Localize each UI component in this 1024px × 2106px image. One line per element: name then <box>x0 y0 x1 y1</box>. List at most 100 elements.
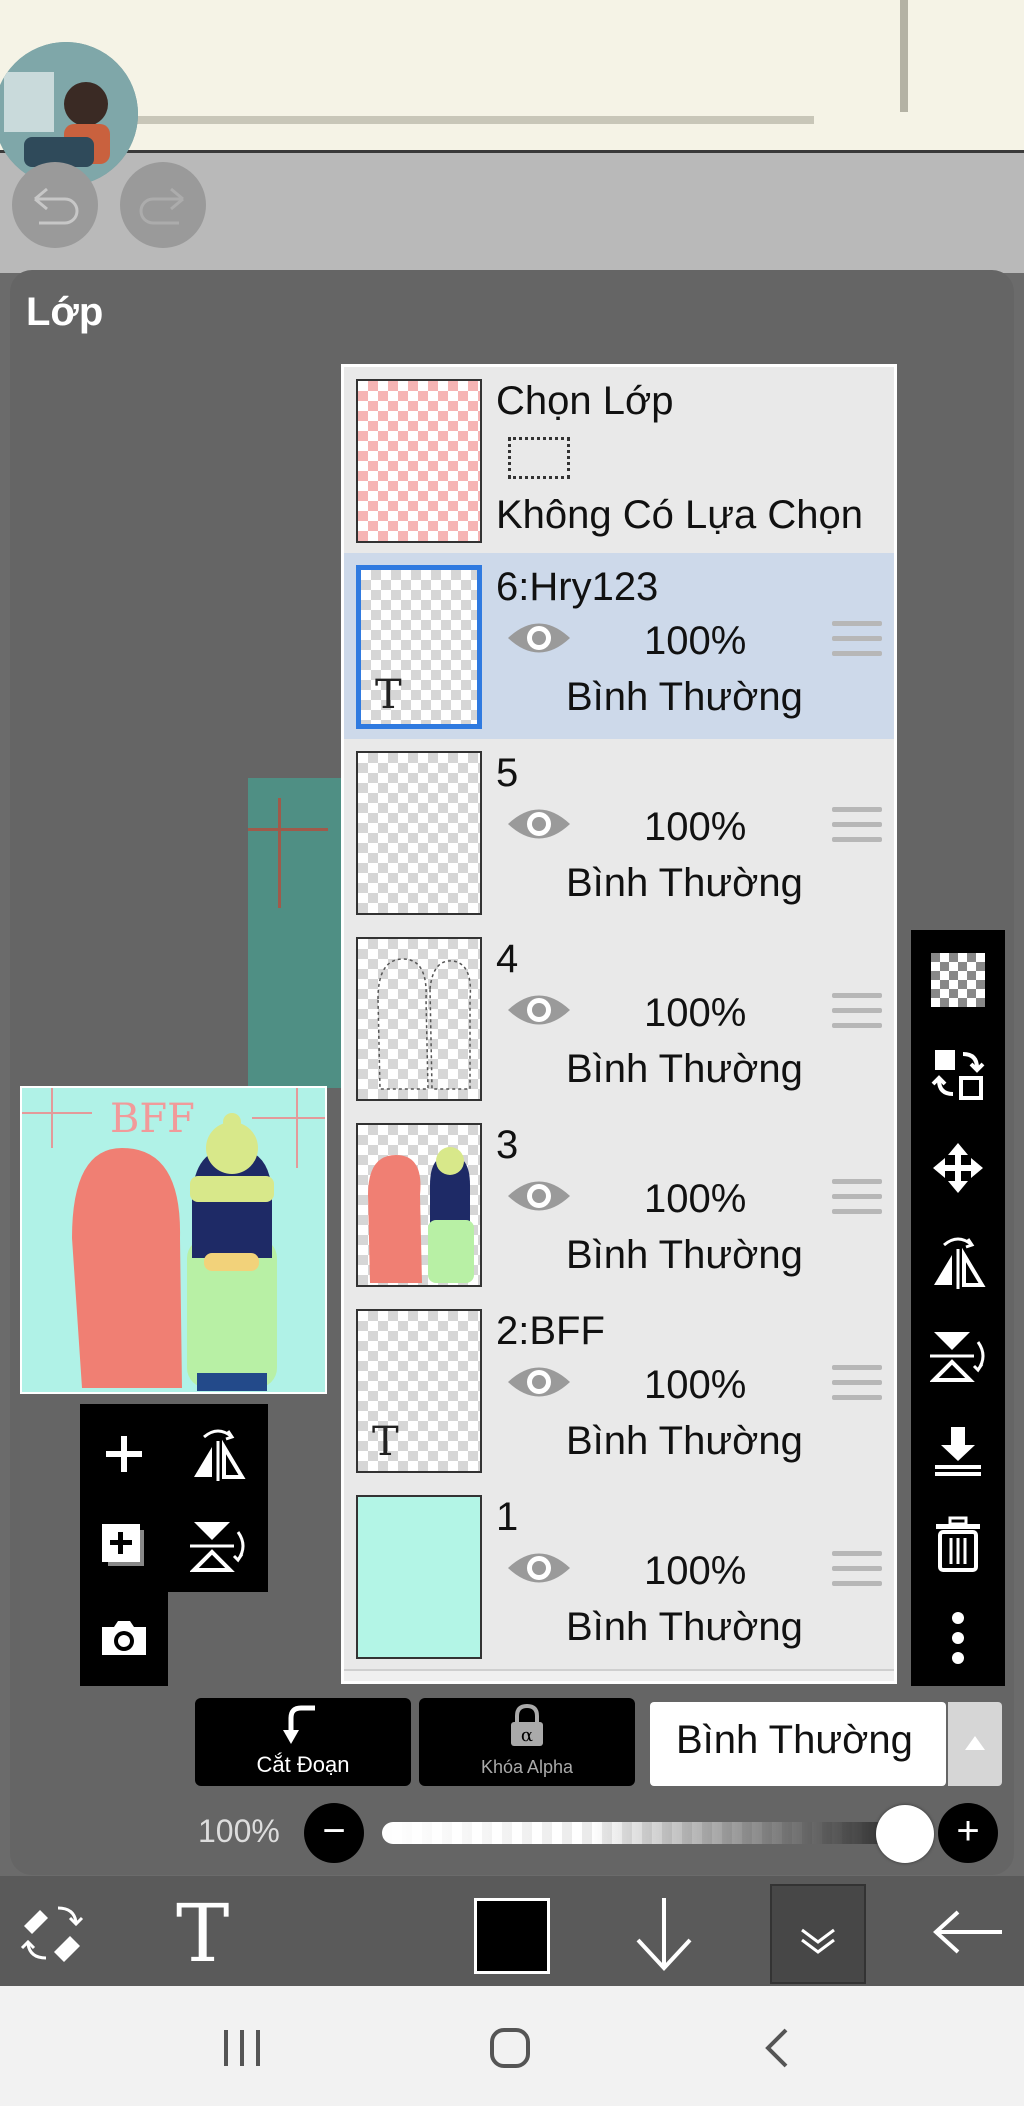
drag-handle-icon[interactable] <box>832 621 882 661</box>
home-button[interactable] <box>488 2026 532 2070</box>
layer-blend-mode: Bình Thường <box>566 1605 803 1649</box>
preview-text: BFF <box>110 1096 195 1142</box>
canvas-top-area <box>0 0 1024 153</box>
layer-opacity: 100% <box>644 805 747 849</box>
double-chevron-down-icon <box>801 1928 835 1954</box>
drag-handle-icon[interactable] <box>832 1179 882 1219</box>
drag-handle-icon[interactable] <box>832 993 882 1033</box>
undo-icon <box>34 187 79 225</box>
move-icon[interactable] <box>928 1138 988 1198</box>
undo-button[interactable] <box>12 162 98 248</box>
system-navigation-bar <box>0 1986 1024 2106</box>
flip-canvas-horizontal-icon[interactable] <box>188 1424 248 1484</box>
bottom-toolbar: T <box>0 1876 1024 1986</box>
flip-canvas-vertical-icon[interactable] <box>188 1516 248 1576</box>
layer-row-2[interactable]: T 2:BFF 100% Bình Thường <box>344 1297 894 1485</box>
text-layer-icon: T <box>375 672 402 718</box>
layer-row-4[interactable]: 4 100% Bình Thường <box>344 925 894 1113</box>
layer-menu-button[interactable] <box>770 1884 866 1984</box>
selection-title: Chọn Lớp <box>496 379 674 423</box>
layer-tools-toolbar <box>911 930 1005 1686</box>
layer-blend-mode: Bình Thường <box>566 1419 803 1463</box>
layer-list[interactable]: Chọn Lớp Không Có Lựa Chọn T 6:Hry123 10… <box>341 364 897 1684</box>
eye-icon[interactable] <box>504 1173 574 1219</box>
add-layer-toolbar <box>80 1404 168 1686</box>
lock-icon: α <box>511 1704 543 1746</box>
clipping-icon <box>283 1705 315 1744</box>
redo-icon <box>139 187 184 225</box>
layer-blend-mode: Bình Thường <box>566 1233 803 1277</box>
eye-icon[interactable] <box>504 1545 574 1591</box>
opacity-slider[interactable] <box>382 1822 906 1844</box>
opacity-slider-knob[interactable] <box>876 1805 934 1863</box>
layer-thumbnail[interactable] <box>356 1495 482 1659</box>
blend-mode-dropdown[interactable] <box>948 1702 1002 1786</box>
chevron-left-icon <box>765 2028 788 2068</box>
eye-icon[interactable] <box>504 615 574 661</box>
eye-icon[interactable] <box>504 987 574 1033</box>
canvas-stroke-vertical <box>900 0 908 112</box>
drag-handle-icon[interactable] <box>832 1551 882 1591</box>
layer-thumbnail[interactable]: T <box>356 1309 482 1473</box>
redo-button[interactable] <box>120 162 206 248</box>
opacity-decrease-button[interactable]: − <box>304 1803 364 1863</box>
layer-row-3[interactable]: 3 100% Bình Thường <box>344 1111 894 1299</box>
layer-row-6[interactable]: T 6:Hry123 100% Bình Thường <box>344 553 894 741</box>
layer-blend-mode: Bình Thường <box>566 675 803 719</box>
system-back-button[interactable] <box>762 2026 792 2070</box>
selection-marquee-icon <box>508 437 570 479</box>
clipping-button[interactable]: Cắt Đoạn <box>195 1698 411 1786</box>
add-layer-icon[interactable] <box>94 1424 154 1484</box>
layer-row-5[interactable]: 5 100% Bình Thường <box>344 739 894 927</box>
flip-vertical-icon[interactable] <box>928 1326 988 1386</box>
alpha-lock-button[interactable]: α Khóa Alpha <box>419 1698 635 1786</box>
canvas-preview[interactable]: BFF <box>20 1086 327 1394</box>
eye-icon[interactable] <box>504 1359 574 1405</box>
trash-icon[interactable] <box>928 1514 988 1574</box>
transform-toolbar <box>168 1404 268 1592</box>
transparent-icon[interactable] <box>928 950 988 1010</box>
layer-name: 1 <box>496 1495 519 1539</box>
layer-name: 2:BFF <box>496 1309 605 1353</box>
camera-icon[interactable] <box>94 1608 154 1668</box>
layer-thumbnail[interactable] <box>356 1123 482 1287</box>
recent-apps-icon <box>224 2030 260 2066</box>
back-button[interactable] <box>932 1910 1004 1954</box>
layer-blend-mode: Bình Thường <box>566 861 803 905</box>
arrow-left-icon <box>933 1910 1002 1954</box>
layer-blend-mode: Bình Thường <box>566 1047 803 1091</box>
selection-row[interactable]: Chọn Lớp Không Có Lựa Chọn <box>344 367 894 555</box>
opacity-increase-button[interactable]: + <box>938 1803 998 1863</box>
tool-switch-button[interactable] <box>18 1900 88 1966</box>
swap-layer-icon[interactable] <box>928 1044 988 1104</box>
layer-row-1[interactable]: 1 100% Bình Thường <box>344 1483 894 1671</box>
layer-opacity: 100% <box>644 619 747 663</box>
layer-opacity: 100% <box>644 1363 747 1407</box>
more-options-icon[interactable] <box>928 1608 988 1668</box>
opacity-label: 100% <box>198 1813 280 1849</box>
layer-thumbnail[interactable] <box>356 937 482 1101</box>
color-swatch[interactable] <box>474 1898 550 1974</box>
color-fill-thumbnail <box>368 1147 474 1283</box>
alpha-lock-label: Khóa Alpha <box>480 1757 574 1777</box>
flip-horizontal-icon[interactable] <box>928 1232 988 1292</box>
move-down-button[interactable] <box>632 1896 696 1972</box>
layer-opacity: 100% <box>644 991 747 1035</box>
drag-handle-icon[interactable] <box>832 807 882 847</box>
selection-status: Không Có Lựa Chọn <box>496 493 864 537</box>
recent-apps-button[interactable] <box>222 2030 262 2066</box>
lineart-sketch <box>377 958 472 1090</box>
add-layer-copy-icon[interactable] <box>94 1516 154 1576</box>
layer-thumbnail[interactable] <box>356 751 482 915</box>
drag-handle-icon[interactable] <box>832 1365 882 1405</box>
home-icon <box>490 2028 530 2068</box>
text-layer-icon: T <box>372 1419 399 1465</box>
layer-thumbnail[interactable]: T <box>356 565 482 729</box>
chevron-up-icon <box>965 1736 985 1750</box>
text-tool-button[interactable]: T <box>176 1894 229 1974</box>
merge-down-icon[interactable] <box>928 1420 988 1480</box>
layer-name: 6:Hry123 <box>496 565 659 609</box>
eye-icon[interactable] <box>504 801 574 847</box>
layer-opacity: 100% <box>644 1177 747 1221</box>
eraser-swap-icon <box>20 1906 84 1962</box>
